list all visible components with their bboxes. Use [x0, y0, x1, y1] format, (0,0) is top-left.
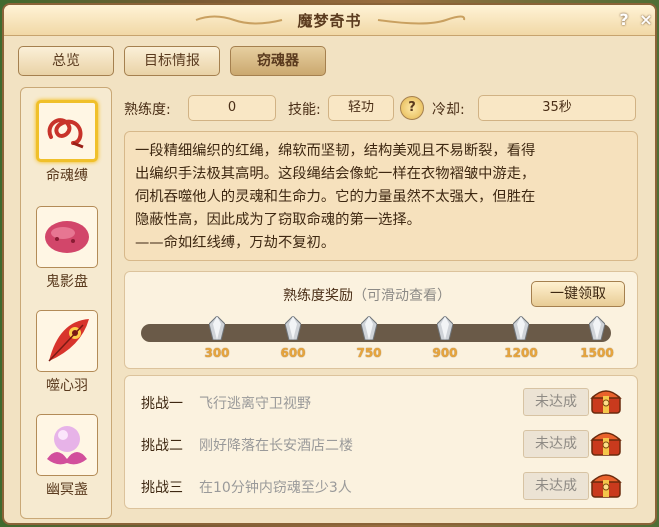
- crystal-icon: [208, 315, 226, 341]
- skill-value: 轻功: [328, 95, 394, 121]
- description-line: 隐蔽性高，因此成为了窃取命魂的第一选择。: [135, 212, 421, 228]
- sidebar-item-rope[interactable]: 命魂缚: [33, 100, 101, 185]
- challenge-title: 挑战三: [141, 480, 183, 496]
- milestone-label: 1500: [580, 346, 614, 360]
- treasure-chest-icon[interactable]: [589, 468, 623, 500]
- cooldown-label: 冷却:: [432, 102, 465, 118]
- reward-milestone[interactable]: 900: [425, 315, 465, 360]
- milestone-label: 1200: [504, 346, 538, 360]
- sidebar-item-label: 噬心羽: [46, 378, 88, 394]
- challenge-desc: 在10分钟内窃魂至少3人: [199, 480, 352, 496]
- challenge-desc: 飞行逃离守卫视野: [199, 396, 311, 412]
- red-feather-icon: [36, 310, 98, 372]
- proficiency-reward-panel[interactable]: 熟练度奖励（可滑动查看） 一键领取 300 600 750 900 1200 1500: [124, 271, 638, 369]
- help-button[interactable]: ?: [614, 10, 634, 30]
- book-window: 魔梦奇书 ? × 总览 目标情报 窃魂器 命魂缚 鬼影盘 噬心羽 幽冥盏 熟练度…: [2, 3, 657, 525]
- description-line: ——命如红线缚，万劫不复初。: [135, 235, 336, 251]
- challenge-row: 挑战三 在10分钟内窃魂至少3人 未达成: [125, 468, 639, 508]
- sidebar-item-label: 幽冥盏: [46, 482, 88, 498]
- challenge-list: 挑战一 飞行逃离守卫视野 未达成 挑战二 刚好降落在长安酒店二楼 未达成 挑战三…: [124, 375, 638, 509]
- sidebar-item-plate[interactable]: 鬼影盘: [33, 206, 101, 291]
- challenge-status: 未达成: [523, 472, 589, 500]
- challenge-status: 未达成: [523, 430, 589, 458]
- challenge-title: 挑战一: [141, 396, 183, 412]
- pink-stone-icon: [36, 206, 98, 268]
- challenge-row: 挑战二 刚好降落在长安酒店二楼 未达成: [125, 426, 639, 466]
- crystal-icon: [284, 315, 302, 341]
- reward-milestone[interactable]: 750: [349, 315, 389, 360]
- reward-milestone[interactable]: 1500: [577, 315, 617, 360]
- challenge-status: 未达成: [523, 388, 589, 416]
- reward-heading: 熟练度奖励（可滑动查看）: [283, 285, 451, 305]
- reward-milestone[interactable]: 300: [197, 315, 237, 360]
- title-bar: 魔梦奇书 ? ×: [4, 5, 655, 36]
- skill-help-button[interactable]: ?: [400, 96, 424, 120]
- reward-milestone[interactable]: 1200: [501, 315, 541, 360]
- tab-target-intel[interactable]: 目标情报: [124, 46, 220, 76]
- lotus-orb-icon: [36, 414, 98, 476]
- challenge-desc: 刚好降落在长安酒店二楼: [199, 438, 353, 454]
- item-sidebar: 命魂缚 鬼影盘 噬心羽 幽冥盏: [20, 87, 112, 519]
- description-line: 一段精细编织的红绳，绵软而坚韧，结构美观且不易断裂，看得: [135, 143, 536, 159]
- sidebar-item-lamp[interactable]: 幽冥盏: [33, 414, 101, 499]
- treasure-chest-icon[interactable]: [589, 384, 623, 416]
- tab-overview[interactable]: 总览: [18, 46, 114, 76]
- crystal-icon: [436, 315, 454, 341]
- crystal-icon: [588, 315, 606, 341]
- cooldown-value: 35秒: [478, 95, 636, 121]
- item-description: 一段精细编织的红绳，绵软而坚韧，结构美观且不易断裂，看得 出编织手法极其高明。这…: [124, 131, 638, 261]
- description-line: 伺机吞噬他人的灵魂和生命力。它的力量虽然不太强大，但胜在: [135, 189, 536, 205]
- reward-title: 熟练度奖励: [283, 288, 353, 304]
- tab-soul-stealer[interactable]: 窃魂器: [230, 46, 326, 76]
- proficiency-value: 0: [188, 95, 276, 121]
- proficiency-label: 熟练度:: [124, 102, 171, 118]
- milestone-label: 300: [204, 346, 230, 360]
- milestone-label: 750: [356, 346, 382, 360]
- crystal-icon: [360, 315, 378, 341]
- red-rope-icon: [36, 100, 98, 162]
- challenge-title: 挑战二: [141, 438, 183, 454]
- close-button[interactable]: ×: [636, 10, 656, 30]
- challenge-row: 挑战一 飞行逃离守卫视野 未达成: [125, 384, 639, 424]
- window-title: 魔梦奇书: [297, 12, 362, 30]
- sidebar-item-feather[interactable]: 噬心羽: [33, 310, 101, 395]
- reward-scroll-hint: （可滑动查看）: [353, 288, 451, 304]
- sidebar-item-label: 命魂缚: [46, 168, 88, 184]
- sidebar-item-label: 鬼影盘: [46, 274, 88, 290]
- reward-milestone[interactable]: 600: [273, 315, 313, 360]
- treasure-chest-icon[interactable]: [589, 426, 623, 458]
- title-ornament-right: [377, 15, 466, 25]
- description-line: 出编织手法极其高明。这段绳结会像蛇一样在衣物褶皱中游走，: [135, 166, 536, 182]
- milestone-label: 600: [280, 346, 306, 360]
- milestone-label: 900: [432, 346, 458, 360]
- crystal-icon: [512, 315, 530, 341]
- claim-all-button[interactable]: 一键领取: [531, 281, 625, 307]
- skill-label: 技能:: [288, 102, 321, 118]
